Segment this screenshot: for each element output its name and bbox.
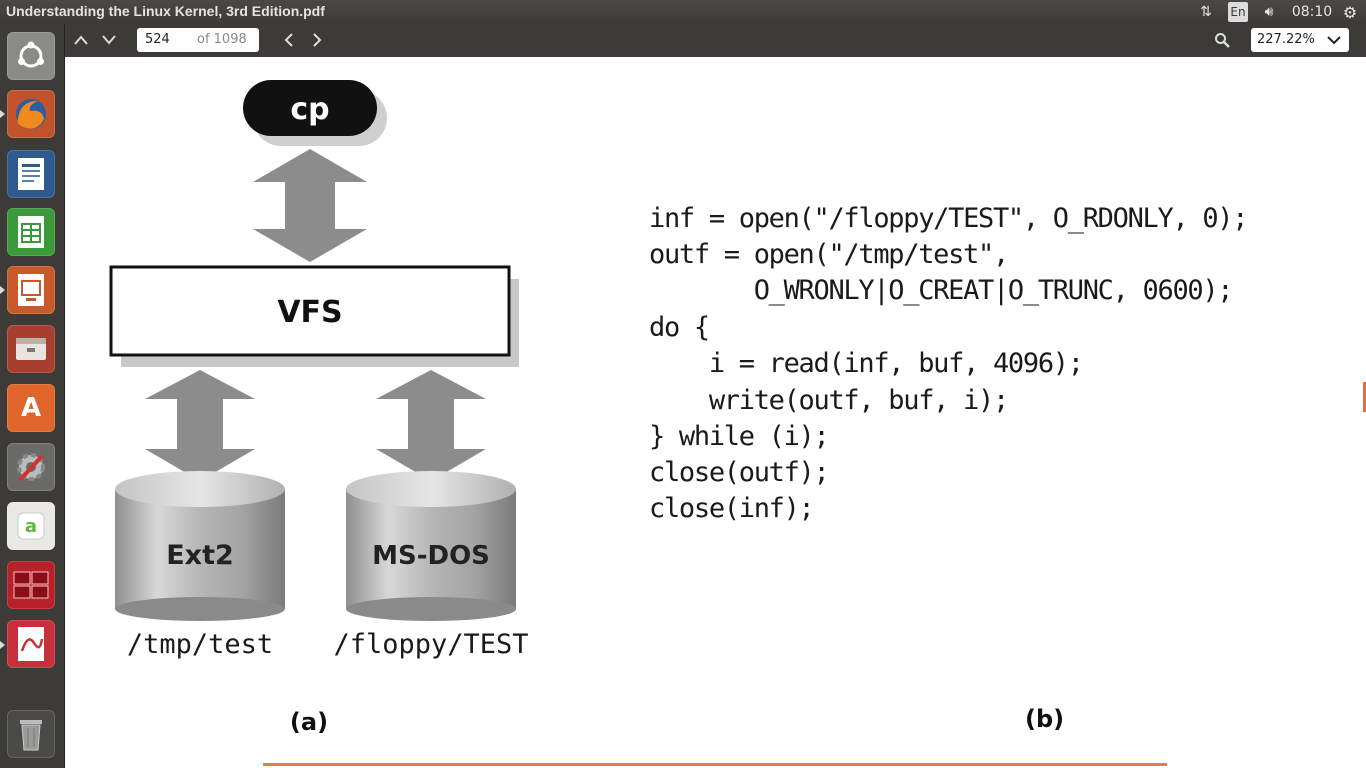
search-icon	[1215, 33, 1230, 48]
impress-icon[interactable]	[7, 266, 55, 314]
path-label-floppy: /floppy/TEST	[333, 629, 528, 660]
code-line: inf = open("/floppy/TEST", O_RDONLY, 0);	[649, 203, 1249, 234]
double-arrow	[145, 370, 255, 481]
ext2-disk: Ext2	[115, 471, 285, 621]
workspace-switcher-icon[interactable]	[7, 561, 55, 609]
vfs-diagram: cp VFS Ext2 MS-DOS /tmp/test /floppy/TES…	[109, 80, 529, 736]
code-line: close(inf);	[649, 493, 815, 524]
firefox-icon[interactable]	[7, 90, 55, 138]
trash-icon[interactable]	[7, 710, 55, 758]
writer-icon[interactable]	[7, 150, 55, 198]
keyboard-layout-indicator[interactable]: En	[1228, 2, 1248, 22]
app-a-icon[interactable]: a	[7, 502, 55, 550]
cp-label: cp	[290, 92, 329, 127]
top-panel: Understanding the Linux Kernel, 3rd Edit…	[0, 0, 1366, 24]
svg-text:a: a	[25, 516, 37, 537]
msdos-label: MS-DOS	[372, 541, 490, 571]
double-arrow	[376, 370, 486, 481]
code-line: close(outf);	[649, 457, 830, 488]
chevron-down-icon	[1327, 36, 1341, 45]
unity-launcher: A a	[0, 24, 65, 768]
zoom-value: 227.22%	[1257, 32, 1315, 47]
double-arrow	[253, 149, 367, 262]
document-page: cp VFS Ext2 MS-DOS /tmp/test /floppy/TES…	[65, 57, 1366, 768]
next-page-button[interactable]	[96, 28, 122, 52]
vfs-label: VFS	[277, 295, 342, 330]
running-pip	[0, 286, 5, 294]
code-line: do {	[649, 312, 710, 343]
code-line: outf = open("/tmp/test",	[649, 239, 1009, 270]
chevron-left-icon	[284, 33, 293, 47]
page-number-field[interactable]: 524 of 1098	[137, 28, 259, 52]
chevron-right-icon	[313, 33, 322, 47]
history-back-button[interactable]	[276, 28, 302, 52]
network-icon[interactable]: ⇅	[1196, 2, 1216, 22]
history-forward-button[interactable]	[304, 28, 330, 52]
gear-icon[interactable]: ⚙	[1340, 2, 1360, 22]
files-icon[interactable]	[7, 325, 55, 373]
path-label-tmp: /tmp/test	[127, 629, 273, 660]
calc-icon[interactable]	[7, 208, 55, 256]
chevron-down-icon	[102, 35, 116, 45]
document-viewer-icon[interactable]	[7, 620, 55, 668]
speaker-icon[interactable]: 🔊︎	[1258, 2, 1280, 22]
msdos-disk: MS-DOS	[346, 471, 516, 621]
dash-icon[interactable]	[7, 32, 55, 80]
caption-a: (a)	[290, 708, 328, 736]
code-line: } while (i);	[649, 421, 830, 452]
caption-b: (b)	[1025, 705, 1065, 733]
zoom-select[interactable]: 227.22%	[1251, 28, 1349, 52]
ext2-label: Ext2	[166, 540, 234, 571]
system-settings-icon[interactable]	[7, 443, 55, 491]
clock[interactable]: 08:10	[1290, 2, 1334, 22]
running-pip	[0, 110, 5, 118]
code-line: write(outf, buf, i);	[649, 385, 1009, 416]
software-center-icon[interactable]: A	[7, 384, 55, 432]
window-title: Understanding the Linux Kernel, 3rd Edit…	[6, 3, 325, 19]
page-edge-line	[263, 763, 1167, 766]
code-line: i = read(inf, buf, 4096);	[649, 348, 1084, 379]
previous-page-button[interactable]	[68, 28, 94, 52]
running-pip	[0, 641, 5, 649]
chevron-up-icon	[74, 35, 88, 45]
page-total: of 1098	[197, 32, 247, 47]
code-line: O_WRONLY|O_CREAT|O_TRUNC, 0600);	[649, 275, 1234, 306]
viewer-toolbar: 524 of 1098 227.22%	[65, 24, 1366, 58]
page-current[interactable]: 524	[145, 32, 170, 47]
search-button[interactable]	[1209, 28, 1235, 52]
